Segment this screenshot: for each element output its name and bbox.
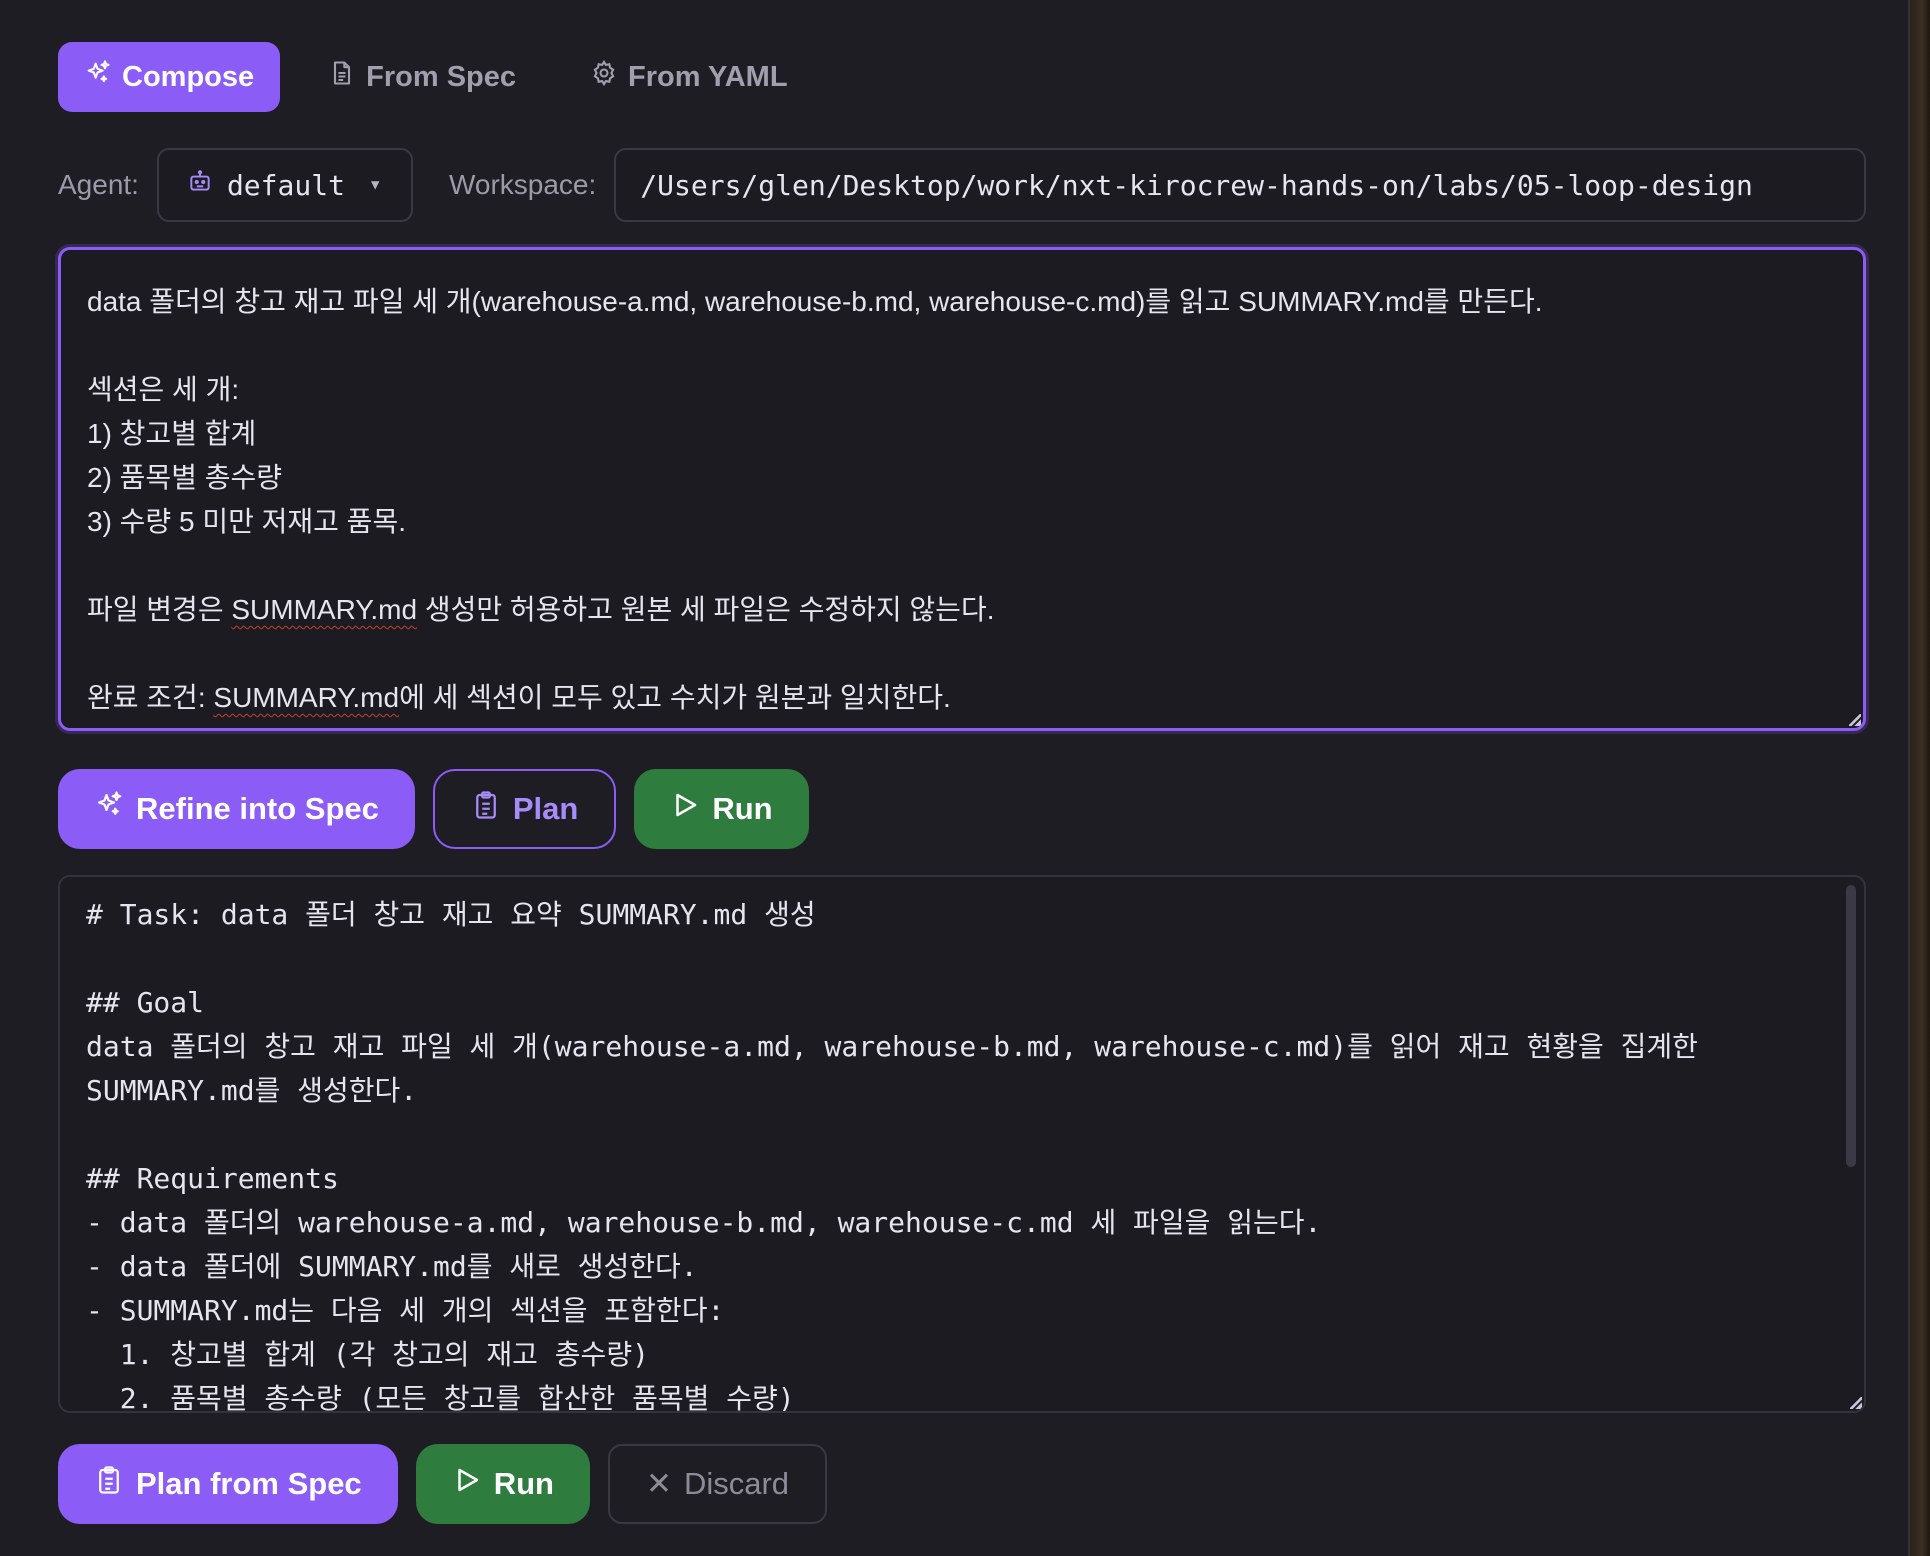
- run-label: Run: [712, 791, 773, 826]
- clipboard-icon: [94, 1465, 124, 1503]
- robot-icon: [187, 169, 213, 202]
- agent-value: default: [226, 168, 345, 202]
- spec-line: 2. 품목별 총수량 (모든 창고를 합산한 품목별 수량): [86, 1382, 795, 1413]
- compose-line: 완료 조건: SUMMARY.md에 세 섹션이 모두 있고 수치가 원본과 일…: [87, 676, 1837, 720]
- compose-blank-line: [87, 324, 1837, 368]
- tab-from-yaml[interactable]: From YAML: [564, 42, 814, 112]
- workspace-label: Workspace:: [448, 169, 597, 200]
- agent-label: Agent:: [58, 169, 139, 200]
- spec-line: data 폴더의 창고 재고 파일 세 개(warehouse-a.md, wa…: [86, 1030, 1698, 1063]
- plan-button[interactable]: Plan: [432, 769, 617, 849]
- agent-select[interactable]: default ▼: [156, 148, 413, 222]
- tab-from-spec[interactable]: From Spec: [302, 42, 542, 112]
- clipboard-icon: [471, 790, 501, 828]
- spec-line: - data 폴더의 warehouse-a.md, warehouse-b.m…: [86, 1206, 1322, 1239]
- task-textarea[interactable]: data 폴더의 창고 재고 파일 세 개(warehouse-a.md, wa…: [58, 247, 1866, 731]
- compose-text: 생성만 허용하고 원본 세 파일은 수정하지 않는다.: [417, 594, 995, 625]
- compose-text: 완료 조건:: [87, 682, 214, 713]
- plan-from-spec-button[interactable]: Plan from Spec: [58, 1444, 398, 1524]
- compose-text: 파일 변경은: [87, 594, 232, 625]
- tab-compose-label: Compose: [122, 60, 255, 93]
- spec-blank-line: [86, 937, 1838, 981]
- run-spec-button[interactable]: Run: [415, 1444, 590, 1524]
- spec-line: 1. 창고별 합계 (각 창고의 재고 총수량): [86, 1338, 649, 1371]
- resize-handle[interactable]: [1850, 1397, 1862, 1409]
- compose-line: 파일 변경은 SUMMARY.md 생성만 허용하고 원본 세 파일은 수정하지…: [87, 588, 1837, 632]
- spellcheck-flag: SUMMARY.md: [213, 682, 400, 713]
- spec-line: - SUMMARY.md는 다음 세 개의 섹션을 포함한다:: [86, 1294, 725, 1327]
- workspace-input[interactable]: /Users/glen/Desktop/work/nxt-kirocrew-ha…: [614, 148, 1866, 222]
- compose-text: 에 세 섹션이 모두 있고 수치가 원본과 일치한다.: [399, 682, 951, 713]
- mode-tabs: Compose From Spec From YAML: [58, 42, 814, 112]
- discard-label: Discard: [683, 1466, 790, 1501]
- resize-handle[interactable]: [1849, 714, 1861, 726]
- background-window-edge: [1910, 0, 1930, 1556]
- gear-icon: [590, 59, 618, 95]
- agent-workspace-row: Agent: default ▼ Workspace: /Users/glen/…: [58, 147, 1866, 223]
- tab-from-spec-label: From Spec: [366, 60, 517, 93]
- run-button[interactable]: Run: [634, 769, 809, 849]
- document-icon: [328, 59, 356, 95]
- spec-editor[interactable]: # Task: data 폴더 창고 재고 요약 SUMMARY.md 생성 #…: [58, 875, 1866, 1413]
- compose-blank-line: [87, 632, 1837, 676]
- compose-line: 2) 품목별 총수량: [87, 462, 283, 493]
- compose-line: data 폴더의 창고 재고 파일 세 개(warehouse-a.md, wa…: [87, 286, 1543, 317]
- compose-panel: Compose From Spec From YAML Agent: defau…: [0, 0, 1910, 1556]
- compose-line: 3) 수량 5 미만 저재고 품목.: [87, 506, 406, 537]
- run-spec-label: Run: [493, 1466, 554, 1501]
- sparkles-icon: [84, 59, 112, 95]
- spec-line: SUMMARY.md를 생성한다.: [86, 1074, 418, 1107]
- discard-button[interactable]: ✕ Discard: [607, 1444, 828, 1524]
- play-icon: [452, 1465, 482, 1503]
- tab-compose[interactable]: Compose: [58, 42, 281, 112]
- chevron-down-icon: ▼: [370, 177, 380, 193]
- spec-blank-line: [86, 1113, 1838, 1157]
- close-icon: ✕: [645, 1466, 672, 1501]
- tab-from-yaml-label: From YAML: [628, 60, 788, 93]
- spec-line: # Task: data 폴더 창고 재고 요약 SUMMARY.md 생성: [86, 898, 816, 931]
- compose-line: 1) 창고별 합계: [87, 418, 257, 449]
- play-icon: [670, 790, 700, 828]
- scrollbar-thumb[interactable]: [1846, 885, 1856, 1167]
- compose-blank-line: [87, 544, 1837, 588]
- plan-from-spec-label: Plan from Spec: [136, 1466, 362, 1501]
- spec-line: - data 폴더에 SUMMARY.md를 새로 생성한다.: [86, 1250, 698, 1283]
- refine-into-spec-button[interactable]: Refine into Spec: [58, 769, 415, 849]
- sparkles-icon: [94, 790, 124, 828]
- spellcheck-flag: SUMMARY.md: [231, 594, 418, 625]
- spec-line: ## Goal: [86, 986, 205, 1019]
- plan-label: Plan: [512, 791, 579, 826]
- spec-line: ## Requirements: [86, 1162, 339, 1195]
- refine-label: Refine into Spec: [136, 791, 379, 826]
- compose-actions: Refine into Spec Plan Run: [58, 769, 809, 849]
- compose-line: 섹션은 세 개:: [87, 374, 240, 405]
- spec-actions: Plan from Spec Run ✕ Discard: [58, 1444, 828, 1524]
